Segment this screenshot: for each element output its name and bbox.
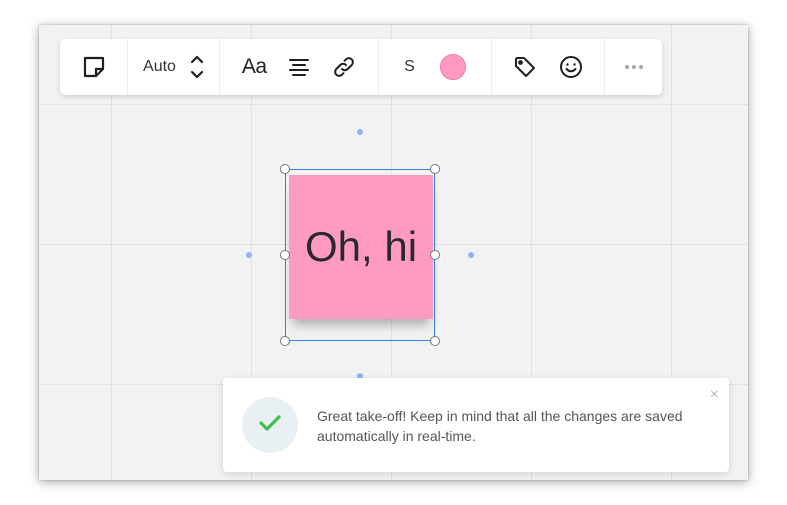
board-canvas[interactable]: Auto Aa S Oh, hi Great take-off! Keep in… [39,25,748,480]
sticky-note-button[interactable] [82,47,106,87]
connector-dot-top[interactable] [357,129,363,135]
resize-handle-left[interactable] [280,250,290,260]
tag-icon [513,55,537,79]
color-swatch [439,54,466,80]
context-toolbar: Auto Aa S [60,39,662,95]
more-horizontal-icon [624,64,644,70]
smiley-icon [559,55,583,79]
text-size-button[interactable]: S [404,47,415,87]
align-button[interactable] [288,47,310,87]
resize-handle-top-left[interactable] [280,164,290,174]
tag-button[interactable] [513,47,537,87]
resize-handle-top-right[interactable] [430,164,440,174]
emoji-button[interactable] [559,47,583,87]
resize-handle-right[interactable] [430,250,440,260]
size-stepper[interactable] [190,47,204,87]
align-center-icon [288,57,310,77]
resize-handle-bottom-left[interactable] [280,336,290,346]
sticky-note-icon [82,55,106,79]
up-down-arrows-icon [190,54,204,80]
more-button[interactable] [624,47,644,87]
connector-dot-right[interactable] [468,252,474,258]
font-button[interactable]: Aa [242,47,267,87]
notification-toast: Great take-off! Keep in mind that all th… [223,378,729,472]
link-button[interactable] [332,47,356,87]
connector-dot-left[interactable] [246,252,252,258]
toast-message: Great take-off! Keep in mind that all th… [317,408,683,444]
toast-close-button[interactable]: × [710,386,719,404]
color-picker-button[interactable] [439,47,466,87]
link-icon [332,55,356,79]
selection-frame [285,169,435,341]
resize-handle-bottom-right[interactable] [430,336,440,346]
size-mode-label[interactable]: Auto [143,58,176,76]
checkmark-icon [258,413,282,438]
toast-icon-badge [242,397,298,453]
